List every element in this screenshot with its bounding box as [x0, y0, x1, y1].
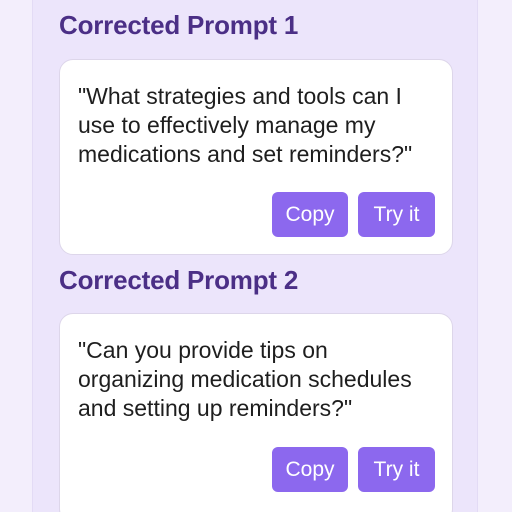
try-it-button-1[interactable]: Try it	[358, 192, 435, 237]
prompt-card-2: "Can you provide tips on organizing medi…	[59, 313, 453, 512]
app-screen: Corrected Prompt 1 "What strategies and …	[0, 0, 512, 512]
prompt-card-1: "What strategies and tools can I use to …	[59, 59, 453, 255]
copy-button-2[interactable]: Copy	[272, 447, 348, 492]
prompt-text-1: "What strategies and tools can I use to …	[78, 83, 413, 167]
section-title-1: Corrected Prompt 1	[59, 10, 299, 40]
section-title-2: Corrected Prompt 2	[59, 265, 299, 295]
prompt-text-2: "Can you provide tips on organizing medi…	[78, 337, 412, 421]
copy-button-1[interactable]: Copy	[272, 192, 348, 237]
try-it-button-2[interactable]: Try it	[358, 447, 435, 492]
